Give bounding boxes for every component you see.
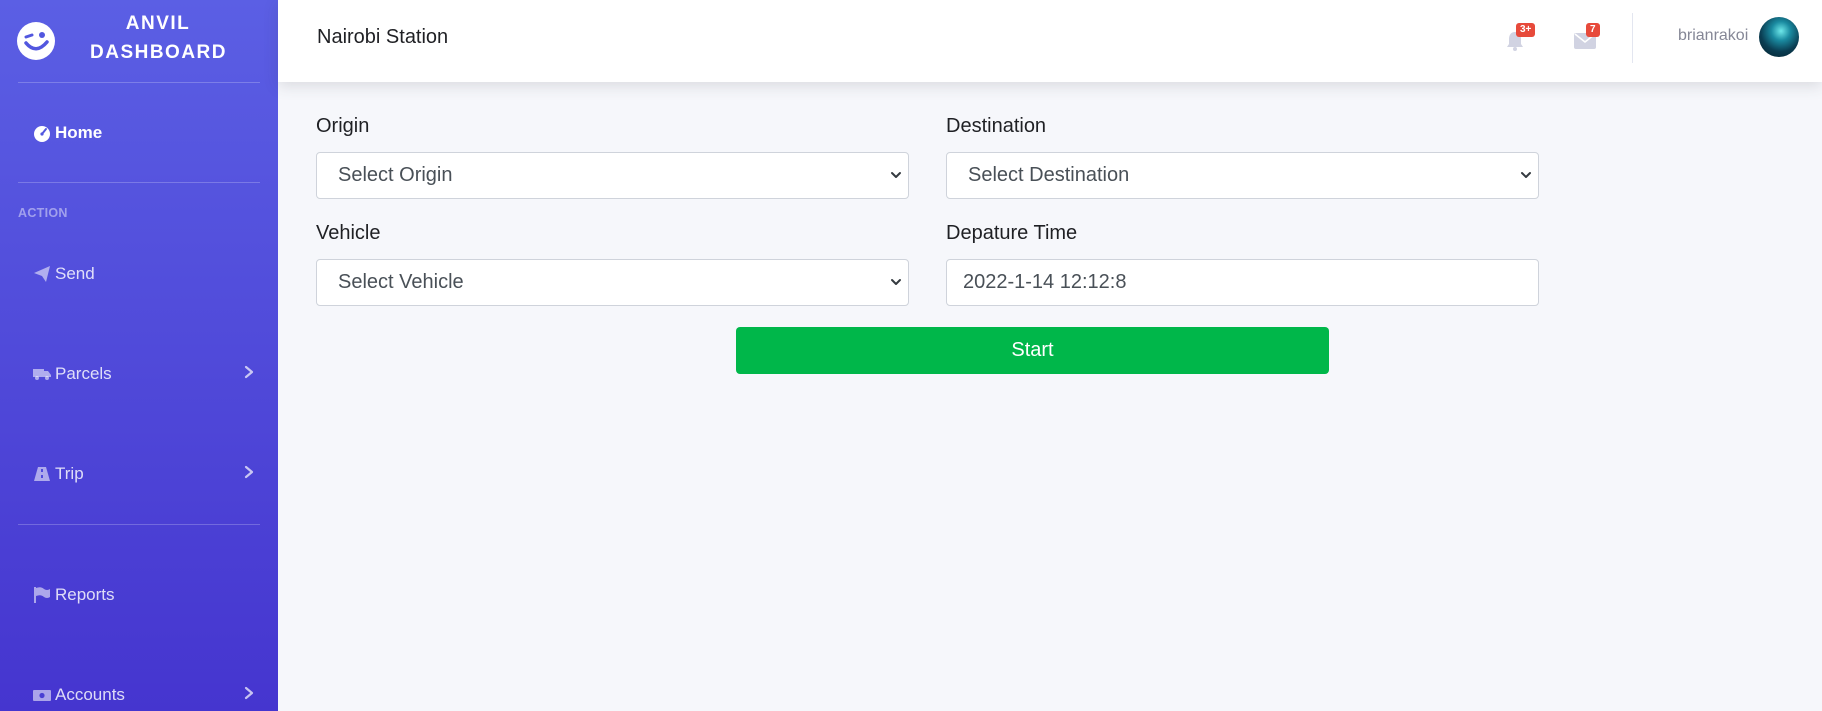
- origin-select[interactable]: Select Origin: [316, 152, 909, 199]
- flag-icon: [33, 586, 51, 604]
- sidebar-item-parcels[interactable]: Parcels: [33, 356, 260, 392]
- messages-button[interactable]: 7: [1574, 23, 1604, 56]
- sidebar-item-home[interactable]: Home: [33, 115, 260, 151]
- topbar-divider: [1632, 13, 1633, 63]
- road-icon: [33, 465, 51, 483]
- brand[interactable]: ANVIL DASHBOARD: [0, 0, 278, 82]
- departure-time-input[interactable]: 2022-1-14 12:12:8: [946, 259, 1539, 306]
- topbar: Nairobi Station 3+ 7 brianrakoi: [278, 0, 1822, 82]
- destination-label: Destination: [946, 115, 1047, 137]
- sidebar-item-send[interactable]: Send: [33, 256, 260, 292]
- sidebar-divider: [18, 182, 260, 183]
- brand-name: ANVIL DASHBOARD: [90, 9, 226, 67]
- chevron-right-icon: [244, 686, 254, 700]
- sidebar-item-accounts[interactable]: Accounts: [33, 677, 260, 711]
- vehicle-select[interactable]: Select Vehicle: [316, 259, 909, 306]
- avatar[interactable]: [1759, 17, 1799, 57]
- vehicle-select-value: Select Vehicle: [338, 271, 464, 293]
- start-button[interactable]: Start: [736, 327, 1329, 374]
- sidebar-item-label: Reports: [55, 585, 115, 604]
- user-name[interactable]: brianrakoi: [1678, 27, 1748, 45]
- sidebar-item-label: Send: [55, 264, 95, 283]
- wink-face-icon: [17, 22, 55, 60]
- dashboard-gauge-icon: [33, 124, 51, 142]
- alerts-button[interactable]: 3+: [1504, 23, 1536, 56]
- brand-line-1: ANVIL: [125, 13, 191, 34]
- money-bill-icon: [33, 686, 51, 704]
- departure-time-label: Depature Time: [946, 222, 1078, 244]
- messages-count-badge: 7: [1586, 23, 1600, 37]
- sidebar: ANVIL DASHBOARD Home ACTION Send Parcels…: [0, 0, 278, 711]
- brand-line-2: DASHBOARD: [90, 42, 227, 63]
- departure-time-value: 2022-1-14 12:12:8: [963, 271, 1127, 293]
- sidebar-divider: [18, 82, 260, 83]
- sidebar-item-label: Parcels: [55, 364, 112, 383]
- vehicle-label: Vehicle: [316, 222, 381, 244]
- paper-plane-icon: [33, 265, 51, 283]
- sidebar-divider: [18, 524, 260, 525]
- alerts-count-badge: 3+: [1516, 23, 1536, 37]
- truck-icon: [33, 365, 51, 383]
- destination-select[interactable]: Select Destination: [946, 152, 1539, 199]
- origin-label: Origin: [316, 115, 370, 137]
- sidebar-heading-action: ACTION: [18, 206, 68, 220]
- destination-select-value: Select Destination: [968, 164, 1130, 186]
- chevron-down-icon: [891, 279, 901, 285]
- sidebar-item-trip[interactable]: Trip: [33, 456, 260, 492]
- sidebar-item-label: Trip: [55, 464, 84, 483]
- sidebar-item-reports[interactable]: Reports: [33, 577, 260, 613]
- sidebar-item-label: Home: [55, 123, 103, 142]
- page-title: Nairobi Station: [317, 26, 449, 48]
- sidebar-item-label: Accounts: [55, 685, 125, 704]
- chevron-right-icon: [244, 365, 254, 379]
- chevron-down-icon: [1521, 172, 1531, 178]
- origin-select-value: Select Origin: [338, 164, 453, 186]
- chevron-down-icon: [891, 172, 901, 178]
- chevron-right-icon: [244, 465, 254, 479]
